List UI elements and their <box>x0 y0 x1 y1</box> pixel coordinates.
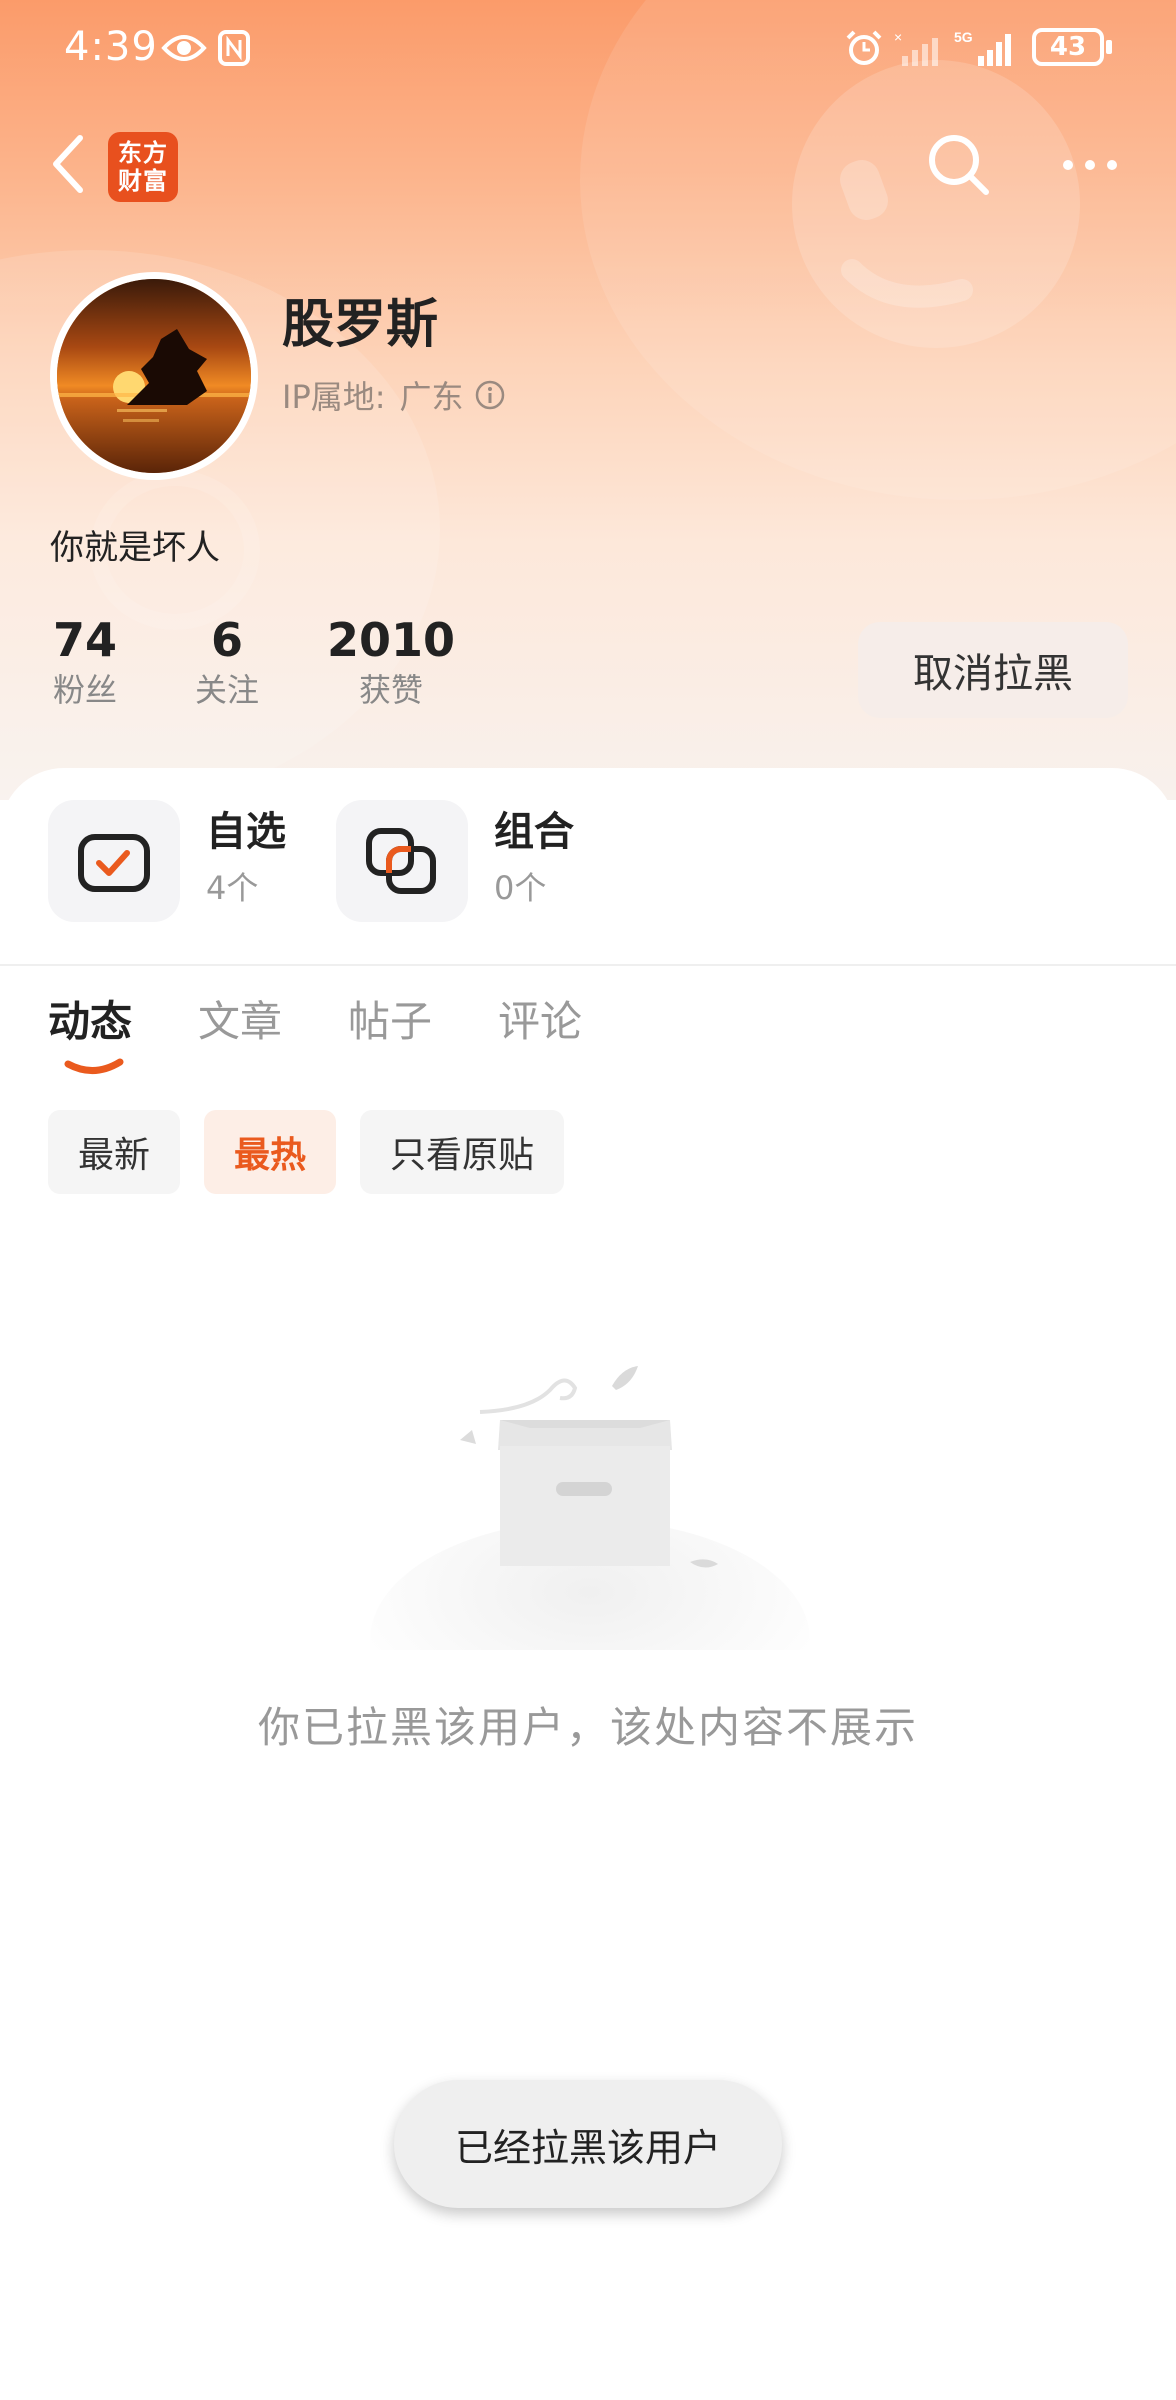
filter-original-only[interactable]: 只看原贴 <box>360 1110 565 1194</box>
stat-likes[interactable]: 2010 获赞 <box>326 612 456 712</box>
tab-articles[interactable]: 文章 <box>198 992 282 1052</box>
portfolio-icon <box>366 828 436 894</box>
feature-watchlist[interactable]: 自选 4个 <box>48 800 286 922</box>
filter-chips: 最新 最热 只看原贴 <box>48 1110 565 1194</box>
watchlist-icon-box <box>48 800 180 922</box>
mascot-watermark-icon <box>792 60 1080 348</box>
stat-value: 74 <box>52 613 117 667</box>
signal-icon: × <box>894 30 938 66</box>
battery-tip <box>1106 40 1112 54</box>
tab-dynamics[interactable]: 动态 <box>48 992 132 1052</box>
feature-portfolio[interactable]: 组合 0个 <box>336 800 574 922</box>
stat-value: 6 <box>210 613 243 667</box>
content-tabs: 动态 文章 帖子 评论 <box>48 992 648 1052</box>
stat-value: 2010 <box>326 613 456 667</box>
stat-label: 获赞 <box>358 671 423 709</box>
more-icon[interactable] <box>1060 145 1120 185</box>
filter-latest[interactable]: 最新 <box>48 1110 181 1194</box>
logo-text-line2: 财富 <box>118 167 168 195</box>
tab-posts[interactable]: 帖子 <box>348 992 432 1052</box>
stat-following[interactable]: 6 关注 <box>182 612 272 712</box>
svg-text:5G: 5G <box>954 29 973 45</box>
tab-comments[interactable]: 评论 <box>498 992 582 1052</box>
back-arrow-icon[interactable] <box>44 130 92 198</box>
svg-text:×: × <box>894 30 902 45</box>
username: 股罗斯 <box>282 295 439 355</box>
watchlist-icon <box>78 834 150 892</box>
status-time: 4:39 <box>64 24 158 70</box>
stat-label: 粉丝 <box>52 671 117 709</box>
feature-title: 组合 <box>494 809 574 855</box>
stats-row: 74 粉丝 6 关注 2010 获赞 <box>40 612 456 712</box>
search-icon[interactable] <box>924 130 994 200</box>
ip-location: IP属地: 广东 <box>282 372 506 418</box>
toast-message: 已经拉黑该用户 <box>394 2080 782 2208</box>
unblock-button[interactable]: 取消拉黑 <box>858 622 1128 718</box>
stat-followers[interactable]: 74 粉丝 <box>40 612 130 712</box>
eye-icon <box>161 35 207 61</box>
avatar-sunset-image <box>57 279 251 473</box>
filter-hottest[interactable]: 最热 <box>204 1110 337 1194</box>
ip-value: 广东 <box>399 378 464 416</box>
active-tab-indicator <box>64 1058 124 1074</box>
empty-state-message: 你已拉黑该用户，该处内容不展示 <box>257 1703 918 1752</box>
stat-label: 关注 <box>194 671 259 709</box>
avatar[interactable] <box>50 272 258 480</box>
logo-text-line1: 东方 <box>118 139 168 167</box>
signal-5g-icon: 5G <box>954 29 1011 66</box>
info-icon[interactable] <box>474 379 506 411</box>
empty-box-illustration <box>370 1366 810 1650</box>
feature-count: 0个 <box>494 869 547 907</box>
ip-label: IP属地: <box>282 378 386 416</box>
alarm-icon <box>846 30 882 65</box>
battery-level: 43 <box>1049 32 1087 62</box>
bio: 你就是坏人 <box>50 528 220 568</box>
battery-icon: 43 <box>1032 28 1104 66</box>
feature-count: 4个 <box>206 869 259 907</box>
nfc-icon <box>218 30 250 66</box>
portfolio-icon-box <box>336 800 468 922</box>
section-divider <box>0 964 1176 966</box>
app-logo[interactable]: 东方 财富 <box>108 132 178 202</box>
feature-title: 自选 <box>206 809 286 855</box>
status-bar: 4:39 × 5G 43 <box>0 0 1176 100</box>
